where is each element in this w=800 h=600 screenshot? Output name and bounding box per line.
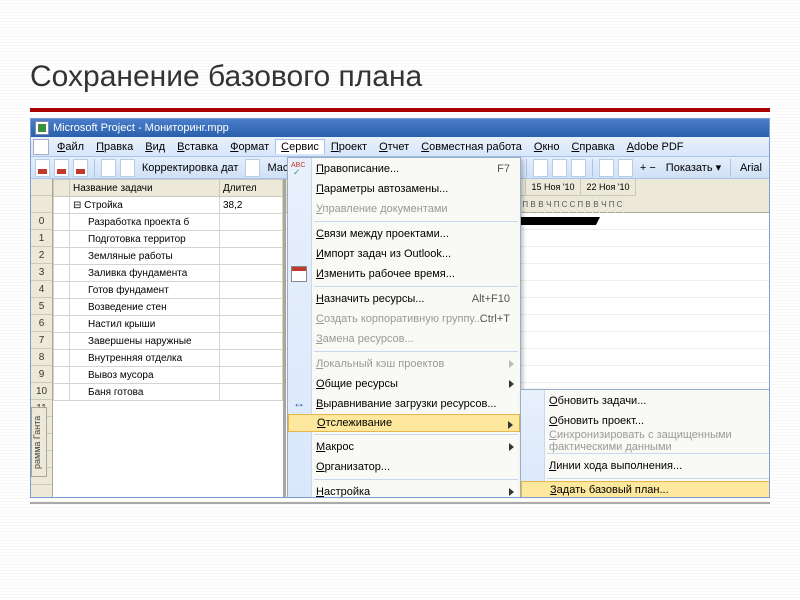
red-rule: [30, 108, 770, 112]
task-row[interactable]: Готов фундамент: [54, 282, 283, 299]
outdent-icon[interactable]: [599, 159, 614, 177]
week-header[interactable]: 22 Ноя '10: [581, 179, 636, 196]
menu-separator: [547, 478, 770, 479]
task-row[interactable]: Подготовка территор: [54, 231, 283, 248]
menu-вставка[interactable]: Вставка: [171, 139, 224, 155]
menu-adobe pdf[interactable]: Adobe PDF: [621, 139, 690, 155]
menu-separator: [314, 479, 518, 480]
tool-icon[interactable]: [120, 159, 135, 177]
menu-отчет[interactable]: Отчет: [373, 139, 415, 155]
menu-item[interactable]: Задать базовый план...: [521, 481, 770, 498]
menu-item[interactable]: Выравнивание загрузки ресурсов...: [288, 394, 520, 414]
menu-item[interactable]: Обновить проект...: [521, 411, 770, 431]
col-task-name[interactable]: Название задачи: [70, 180, 220, 197]
week-header[interactable]: 15 Ноя '10: [526, 179, 581, 196]
titlebar: Microsoft Project - Мониторинг.mpp: [31, 119, 769, 137]
control-icon[interactable]: [33, 139, 49, 155]
menu-item: Создать корпоративную группу...Ctrl+T: [288, 309, 520, 329]
tools-menu[interactable]: Правописание...F7Параметры автозамены...…: [287, 157, 521, 498]
menu-вид[interactable]: Вид: [139, 139, 171, 155]
abc-icon: [291, 161, 307, 177]
menu-проект[interactable]: Проект: [325, 139, 373, 155]
task-row[interactable]: Внутренняя отделка: [54, 350, 283, 367]
menu-item: Синхронизировать с защищенными фактическ…: [521, 431, 770, 451]
project-icon: [35, 121, 49, 135]
tool-icon[interactable]: [245, 159, 260, 177]
menu-separator: [314, 286, 518, 287]
cal-icon: [291, 266, 307, 282]
menu-item[interactable]: Организатор...: [288, 457, 520, 477]
menu-окно[interactable]: Окно: [528, 139, 566, 155]
menu-item: Замена ресурсов...: [288, 329, 520, 349]
separator: [526, 159, 527, 177]
submenu-arrow-icon: [508, 421, 513, 429]
bottom-rule: [30, 502, 770, 504]
menu-совместная работа[interactable]: Совместная работа: [415, 139, 528, 155]
pdf-icon[interactable]: [35, 159, 50, 177]
menu-separator: [314, 221, 518, 222]
submenu-arrow-icon: [509, 443, 514, 451]
font-select[interactable]: Arial: [737, 162, 765, 174]
menu-separator: [314, 351, 518, 352]
indent-icon[interactable]: [618, 159, 633, 177]
menubar[interactable]: ФайлПравкаВидВставкаФорматСервисПроектОт…: [31, 137, 769, 157]
menu-separator: [547, 453, 770, 454]
menu-item[interactable]: Параметры автозамены...: [288, 179, 520, 199]
separator: [94, 159, 95, 177]
task-row[interactable]: Вывоз мусора: [54, 367, 283, 384]
menu-справка[interactable]: Справка: [565, 139, 620, 155]
view-tab-gantt[interactable]: рамма Ганта: [31, 407, 47, 477]
task-row[interactable]: Земляные работы: [54, 248, 283, 265]
submenu-arrow-icon: [509, 380, 514, 388]
menu-item[interactable]: Отслеживание: [288, 414, 520, 432]
menu-separator: [314, 434, 518, 435]
task-grid[interactable]: Название задачи Длител ⊟ Стройка38,2Разр…: [53, 179, 286, 497]
menu-item[interactable]: Настройка: [288, 482, 520, 498]
menu-item[interactable]: Назначить ресурсы...Alt+F10: [288, 289, 520, 309]
submenu-arrow-icon: [509, 360, 514, 368]
zoom-in-icon[interactable]: [533, 159, 548, 177]
menu-файл[interactable]: Файл: [51, 139, 90, 155]
menu-item[interactable]: Правописание...F7: [288, 159, 520, 179]
tracking-submenu[interactable]: Обновить задачи...Обновить проект...Синх…: [520, 389, 770, 498]
slide-title: Сохранение базового плана: [30, 60, 770, 94]
zoom-out-icon[interactable]: [552, 159, 567, 177]
menu-item[interactable]: Импорт задач из Outlook...: [288, 244, 520, 264]
menu-item[interactable]: Изменить рабочее время...: [288, 264, 520, 284]
tool-date-adjust[interactable]: Корректировка дат: [139, 162, 242, 174]
menu-правка[interactable]: Правка: [90, 139, 139, 155]
task-row[interactable]: Разработка проекта б: [54, 214, 283, 231]
menu-item[interactable]: Линии хода выполнения...: [521, 456, 770, 476]
task-row[interactable]: ⊟ Стройка38,2: [54, 197, 283, 214]
menu-сервис[interactable]: Сервис: [275, 139, 325, 154]
task-row[interactable]: Заливка фундамента: [54, 265, 283, 282]
separator: [592, 159, 593, 177]
menu-item[interactable]: Обновить задачи...: [521, 391, 770, 411]
menu-формат[interactable]: Формат: [224, 139, 275, 155]
menu-item: Локальный кэш проектов: [288, 354, 520, 374]
window-title: Microsoft Project - Мониторинг.mpp: [53, 122, 229, 134]
col-duration[interactable]: Длител: [220, 180, 283, 197]
pdf-icon[interactable]: [73, 159, 88, 177]
task-row[interactable]: Баня готова: [54, 384, 283, 401]
task-row[interactable]: Завершены наружные: [54, 333, 283, 350]
menu-item[interactable]: Общие ресурсы: [288, 374, 520, 394]
menu-item[interactable]: Связи между проектами...: [288, 224, 520, 244]
menu-item: Управление документами: [288, 199, 520, 219]
task-row[interactable]: Возведение стен: [54, 299, 283, 316]
app-window: Microsoft Project - Мониторинг.mpp ФайлП…: [30, 118, 770, 498]
task-row[interactable]: Настил крыши: [54, 316, 283, 333]
show-dropdown[interactable]: Показать ▾: [663, 161, 724, 174]
menu-item[interactable]: Макрос: [288, 437, 520, 457]
col-indicators[interactable]: [54, 180, 70, 197]
submenu-arrow-icon: [509, 488, 514, 496]
pdf-icon[interactable]: [54, 159, 69, 177]
arrL-icon: [291, 396, 307, 412]
chain-icon[interactable]: [571, 159, 586, 177]
tool-icon[interactable]: [101, 159, 116, 177]
separator: [730, 159, 731, 177]
